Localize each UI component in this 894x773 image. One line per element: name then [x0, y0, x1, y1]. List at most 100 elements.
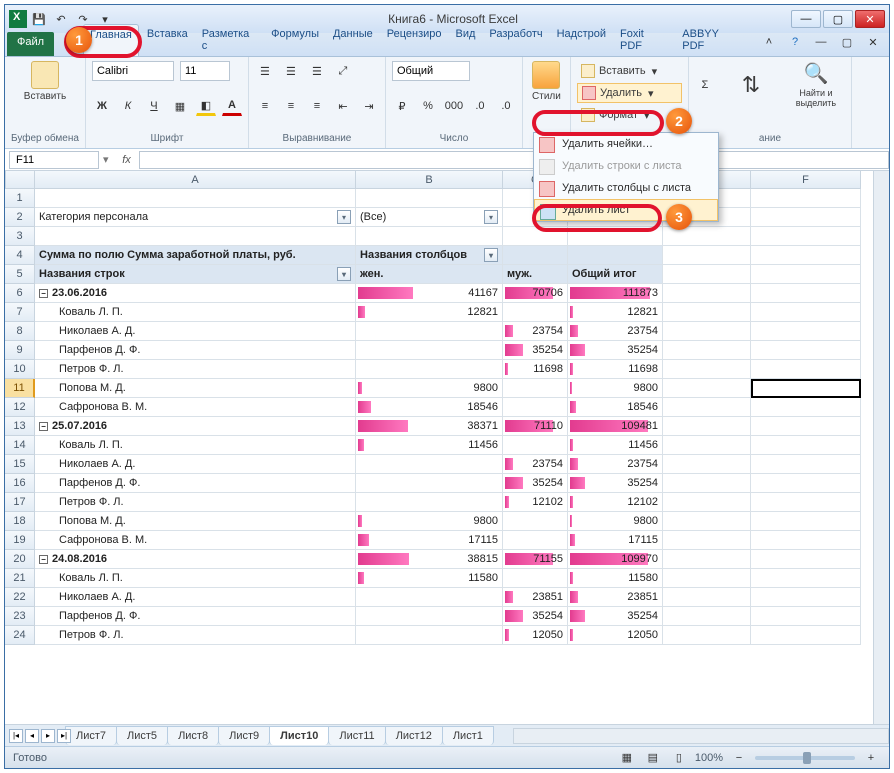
ribbon-tab-Данные[interactable]: Данные — [327, 24, 379, 56]
cell[interactable] — [356, 189, 503, 208]
cell[interactable] — [503, 246, 568, 265]
autosum-icon[interactable]: Σ — [695, 75, 715, 95]
cell[interactable] — [503, 569, 568, 588]
cell[interactable] — [751, 493, 861, 512]
sheet-nav-last[interactable]: ▸| — [57, 729, 71, 743]
cell[interactable]: −24.08.2016 — [35, 550, 356, 569]
cell[interactable]: 23754 — [503, 455, 568, 474]
cell[interactable] — [503, 379, 568, 398]
cell[interactable] — [356, 227, 503, 246]
cell[interactable] — [751, 398, 861, 417]
row-header[interactable]: 4 — [5, 246, 35, 265]
cell[interactable] — [663, 360, 751, 379]
styles-button[interactable]: Стили — [529, 61, 564, 102]
mdi-minimize-icon[interactable]: — — [811, 32, 831, 52]
sheet-tab-Лист10[interactable]: Лист10 — [269, 726, 329, 745]
row-header[interactable]: 14 — [5, 436, 35, 455]
close-button[interactable]: ✕ — [855, 10, 885, 28]
cell[interactable]: Попова М. Д. — [35, 512, 356, 531]
cell[interactable] — [663, 265, 751, 284]
ribbon-tab-Foxit PDF[interactable]: Foxit PDF — [614, 24, 674, 56]
cell[interactable]: 11580 — [356, 569, 503, 588]
cell[interactable]: 17115 — [568, 531, 663, 550]
cell[interactable]: 12821 — [356, 303, 503, 322]
row-header[interactable]: 9 — [5, 341, 35, 360]
cell[interactable] — [663, 246, 751, 265]
cell[interactable] — [356, 493, 503, 512]
cell[interactable] — [751, 208, 861, 227]
cell[interactable] — [751, 341, 861, 360]
cell[interactable]: Петров Ф. Л. — [35, 360, 356, 379]
row-header[interactable]: 12 — [5, 398, 35, 417]
cell[interactable] — [663, 341, 751, 360]
cell[interactable] — [663, 588, 751, 607]
cell[interactable]: Петров Ф. Л. — [35, 626, 356, 645]
indent-inc-icon[interactable]: ⇥ — [359, 96, 379, 116]
cell[interactable] — [35, 189, 356, 208]
ribbon-tab-Вид[interactable]: Вид — [450, 24, 482, 56]
underline-icon[interactable]: Ч — [144, 96, 164, 116]
cell[interactable] — [663, 512, 751, 531]
cell[interactable]: 11698 — [503, 360, 568, 379]
cell[interactable] — [356, 341, 503, 360]
ribbon-tab-Рецензиро[interactable]: Рецензиро — [381, 24, 448, 56]
cell[interactable] — [751, 303, 861, 322]
cell[interactable] — [751, 474, 861, 493]
cell[interactable] — [663, 455, 751, 474]
cell[interactable]: (Все)▾ — [356, 208, 503, 227]
cell[interactable] — [663, 303, 751, 322]
align-center-icon[interactable]: ≡ — [281, 96, 301, 116]
cell[interactable]: 109970 — [568, 550, 663, 569]
collapse-icon[interactable]: − — [39, 422, 48, 431]
cell[interactable]: Сафронова В. М. — [35, 531, 356, 550]
ribbon-tab-Разметка с[interactable]: Разметка с — [196, 24, 263, 56]
cell[interactable]: 9800 — [568, 379, 663, 398]
ribbon-tab-ABBYY PDF[interactable]: ABBYY PDF — [676, 24, 749, 56]
sheet-tab-Лист1[interactable]: Лист1 — [442, 726, 494, 745]
currency-icon[interactable]: ₽ — [392, 96, 412, 116]
row-header[interactable]: 20 — [5, 550, 35, 569]
row-header[interactable]: 8 — [5, 322, 35, 341]
cell[interactable] — [751, 227, 861, 246]
collapse-icon[interactable]: − — [39, 555, 48, 564]
cell[interactable] — [356, 474, 503, 493]
ribbon-tab-Формулы[interactable]: Формулы — [265, 24, 325, 56]
cell[interactable]: 35254 — [503, 474, 568, 493]
sheet-tab-Лист8[interactable]: Лист8 — [167, 726, 219, 745]
row-header[interactable]: 19 — [5, 531, 35, 550]
cell[interactable]: 12050 — [503, 626, 568, 645]
sheet-nav-prev[interactable]: ◂ — [25, 729, 39, 743]
align-right-icon[interactable]: ≡ — [307, 96, 327, 116]
align-left-icon[interactable]: ≡ — [255, 96, 275, 116]
col-header-A[interactable]: A — [35, 171, 356, 189]
cell[interactable] — [663, 417, 751, 436]
italic-icon[interactable]: К — [118, 96, 138, 116]
cell[interactable] — [663, 436, 751, 455]
cell[interactable]: 111873 — [568, 284, 663, 303]
row-header[interactable]: 6 — [5, 284, 35, 303]
align-bot-icon[interactable]: ☰ — [307, 61, 327, 81]
sheet-tab-Лист12[interactable]: Лист12 — [385, 726, 443, 745]
cell[interactable] — [751, 379, 861, 398]
cell[interactable] — [568, 246, 663, 265]
cell[interactable] — [503, 512, 568, 531]
cell[interactable]: муж. — [503, 265, 568, 284]
view-break-icon[interactable]: ▯ — [669, 748, 689, 768]
mdi-close-icon[interactable]: ✕ — [863, 32, 883, 52]
ribbon-tab-Вставка[interactable]: Вставка — [141, 24, 194, 56]
horizontal-scrollbar[interactable] — [513, 728, 889, 744]
cell[interactable]: −23.06.2016 — [35, 284, 356, 303]
sheet-tab-Лист11[interactable]: Лист11 — [328, 726, 385, 745]
cell[interactable] — [751, 607, 861, 626]
row-header[interactable]: 11 — [5, 379, 35, 398]
row-header[interactable]: 10 — [5, 360, 35, 379]
cell[interactable] — [751, 626, 861, 645]
cell[interactable] — [568, 227, 663, 246]
cell[interactable] — [663, 322, 751, 341]
cell[interactable] — [751, 569, 861, 588]
insert-cells-button[interactable]: Вставить▾ — [577, 61, 682, 81]
name-box[interactable]: F11 — [9, 151, 99, 169]
cell[interactable]: 70706 — [503, 284, 568, 303]
row-header[interactable]: 16 — [5, 474, 35, 493]
cell[interactable]: Парфенов Д. Ф. — [35, 341, 356, 360]
